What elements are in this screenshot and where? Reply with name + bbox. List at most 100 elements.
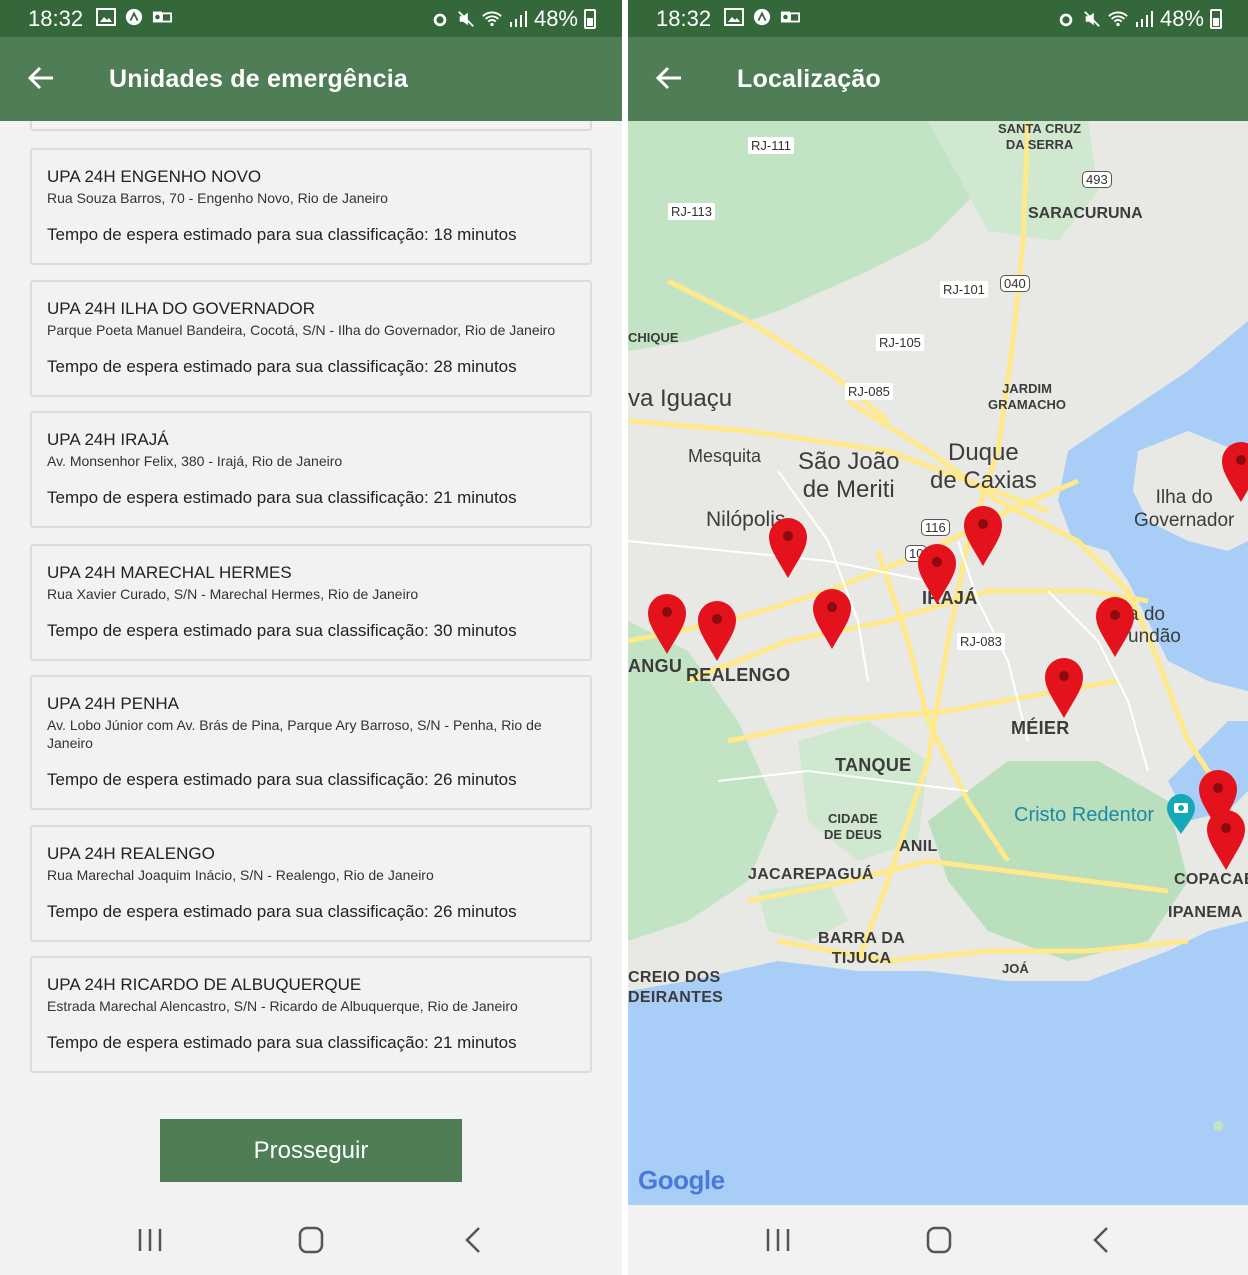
unit-wait-time: Tempo de espera estimado para sua classi… <box>47 1033 517 1052</box>
app-bar: Localização <box>628 37 1248 121</box>
road-label: RJ-085 <box>845 383 893 400</box>
map-pin[interactable] <box>1206 809 1246 871</box>
map-screen: 18:32 48% Localização SANTA CRUZ DA SERR… <box>628 0 1248 1275</box>
unit-list-screen: 18:32 48% Unidades de emergência UPA 24H… <box>0 0 622 1275</box>
map-label-cidade-deus: CIDADE DE DEUS <box>824 811 882 842</box>
gallery-icon <box>96 8 116 26</box>
unit-card[interactable]: UPA 24H ILHA DO GOVERNADOR Parque Poeta … <box>30 280 592 397</box>
unit-name: UPA 24H RICARDO DE ALBUQUERQUE <box>47 975 362 994</box>
status-time: 18:32 <box>656 6 712 31</box>
map-label-jacarepagua: JACAREPAGUÁ <box>748 866 874 883</box>
home-icon[interactable] <box>291 1223 331 1257</box>
road-label: RJ-083 <box>957 633 1005 650</box>
proceed-button[interactable]: Prosseguir <box>160 1119 462 1182</box>
map-label-ipanema: IPANEMA <box>1168 904 1243 921</box>
unit-address: Estrada Marechal Alencastro, S/N - Ricar… <box>47 998 518 1014</box>
mute-icon <box>1084 11 1100 27</box>
unit-address: Rua Souza Barros, 70 - Engenho Novo, Rio… <box>47 190 388 206</box>
home-icon[interactable] <box>919 1223 959 1257</box>
map-label-anil: ANIL <box>899 838 938 855</box>
wifi-icon <box>482 11 502 27</box>
battery-icon <box>1210 9 1222 29</box>
road-shield: 040 <box>1000 275 1030 292</box>
unit-name: UPA 24H REALENGO <box>47 844 215 863</box>
unit-card[interactable]: UPA 24H IRAJÁ Av. Monsenhor Felix, 380 -… <box>30 411 592 528</box>
map-pin[interactable] <box>1221 441 1248 503</box>
map-label-mesquita: Mesquita <box>688 446 762 466</box>
map-label-meier: MÉIER <box>1011 718 1070 738</box>
app-bar: Unidades de emergência <box>0 37 622 121</box>
map-label-santa-cruz: SANTA CRUZ DA SERRA <box>998 121 1082 152</box>
map-label-saracuruna: SARACURUNA <box>1028 205 1143 222</box>
battery-percent: 48% <box>533 6 578 31</box>
map-label-recreio: CREIO DOS DEIRANTES <box>628 969 724 1006</box>
map-pin[interactable] <box>963 505 1003 567</box>
signal-icon <box>1135 11 1153 27</box>
app-notification-icon <box>753 8 771 26</box>
unit-wait-time: Tempo de espera estimado para sua classi… <box>47 357 517 376</box>
recent-apps-icon[interactable] <box>130 1223 170 1257</box>
map-label-realengo: REALENGO <box>686 665 791 685</box>
unit-card[interactable]: UPA 24H PENHA Av. Lobo Júnior com Av. Br… <box>30 675 592 810</box>
status-bar: 18:32 48% <box>628 0 1248 37</box>
page-title: Unidades de emergência <box>109 65 408 93</box>
back-arrow-icon[interactable] <box>26 63 56 93</box>
unit-wait-time: Tempo de espera estimado para sua classi… <box>47 770 517 789</box>
unit-address: Parque Poeta Manuel Bandeira, Cocotá, S/… <box>47 322 556 338</box>
unit-address: Av. Lobo Júnior com Av. Brás de Pina, Pa… <box>47 717 542 751</box>
map-pin[interactable] <box>1044 657 1084 719</box>
map-pin[interactable] <box>812 588 852 650</box>
google-logo-text: Google <box>638 1165 725 1195</box>
map-pin[interactable] <box>768 517 808 579</box>
unit-list[interactable]: UPA 24H ENGENHO NOVO Rua Souza Barros, 7… <box>0 121 622 1209</box>
map-pin[interactable] <box>1095 596 1135 658</box>
map-label-jardim-gramacho: JARDIM GRAMACHO <box>988 381 1066 412</box>
map-label-sao-joao: São João de Meriti <box>798 448 900 503</box>
system-nav-bar <box>628 1205 1248 1275</box>
map-pin[interactable] <box>647 593 687 655</box>
map-label-ilha-governador: Ilha do Governador <box>1134 487 1235 531</box>
map-label-fundao: a do undão <box>1128 604 1181 647</box>
back-nav-icon[interactable] <box>454 1223 494 1257</box>
gallery-icon <box>724 8 744 26</box>
outlook-icon <box>780 11 800 23</box>
signal-icon <box>509 11 527 27</box>
alarm-icon <box>433 13 447 27</box>
road-label: RJ-113 <box>668 203 715 220</box>
map-pin[interactable] <box>917 543 957 605</box>
map-label-angu: ANGU <box>628 656 683 676</box>
unit-address: Rua Xavier Curado, S/N - Marechal Hermes… <box>47 586 419 602</box>
road-shield: 493 <box>1082 171 1112 188</box>
unit-name: UPA 24H ILHA DO GOVERNADOR <box>47 299 315 318</box>
unit-card[interactable]: UPA 24H RICARDO DE ALBUQUERQUE Estrada M… <box>30 956 592 1073</box>
battery-icon <box>584 9 596 29</box>
wifi-icon <box>1108 11 1128 27</box>
unit-wait-time: Tempo de espera estimado para sua classi… <box>47 621 517 640</box>
alarm-icon <box>1059 13 1073 27</box>
unit-name: UPA 24H PENHA <box>47 694 179 713</box>
road-shield: 116 <box>921 519 950 536</box>
map-view[interactable]: SANTA CRUZ DA SERRA SARACURUNA CHIQUE va… <box>628 121 1248 1208</box>
google-logo: Google <box>638 1165 725 1196</box>
map-label-duque-caxias: Duque de Caxias <box>930 439 1037 494</box>
camera-poi-icon[interactable] <box>1166 793 1196 835</box>
unit-wait-time: Tempo de espera estimado para sua classi… <box>47 902 517 921</box>
unit-name: UPA 24H MARECHAL HERMES <box>47 563 292 582</box>
unit-card[interactable]: UPA 24H MARECHAL HERMES Rua Xavier Curad… <box>30 544 592 661</box>
app-notification-icon <box>125 8 143 26</box>
back-arrow-icon[interactable] <box>654 63 684 93</box>
status-bar: 18:32 48% <box>0 0 622 37</box>
map-pin[interactable] <box>697 600 737 662</box>
map-label-cristo-redentor: Cristo Redentor <box>1014 804 1155 826</box>
unit-wait-time: Tempo de espera estimado para sua classi… <box>47 488 517 507</box>
unit-card[interactable]: UPA 24H REALENGO Rua Marechal Joaquim In… <box>30 825 592 942</box>
recent-apps-icon[interactable] <box>758 1223 798 1257</box>
map-label-tanque: TANQUE <box>835 755 912 775</box>
battery-percent: 48% <box>1159 6 1204 31</box>
mute-icon <box>458 11 474 27</box>
previous-card-edge <box>30 121 592 131</box>
unit-address: Rua Marechal Joaquim Inácio, S/N - Reale… <box>47 867 434 883</box>
road-label: RJ-101 <box>940 281 988 298</box>
unit-card[interactable]: UPA 24H ENGENHO NOVO Rua Souza Barros, 7… <box>30 148 592 265</box>
back-nav-icon[interactable] <box>1082 1223 1122 1257</box>
